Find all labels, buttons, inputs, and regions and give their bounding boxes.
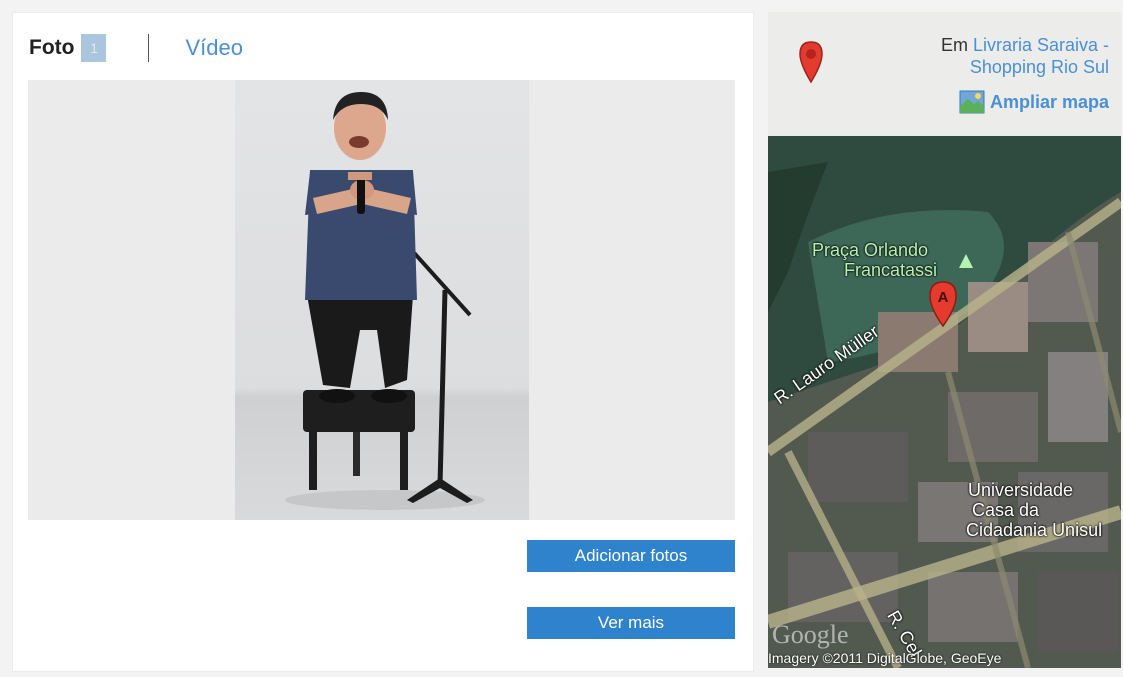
map-location-text: Em Livraria Saraiva - Shopping Rio Sul <box>941 34 1109 78</box>
map-location-link-line1[interactable]: Livraria Saraiva - <box>973 35 1109 55</box>
photo-viewer <box>28 80 735 520</box>
map-location-link-line2[interactable]: Shopping Rio Sul <box>941 56 1109 78</box>
photo-comedian-on-stool[interactable] <box>235 80 529 520</box>
enlarge-map-label: Ampliar mapa <box>989 91 1109 112</box>
map-label-park-line2: Francatassi <box>844 260 938 280</box>
photo-illustration <box>285 92 485 510</box>
media-tabs: Foto 1 Vídeo <box>29 33 243 63</box>
see-more-button[interactable]: Ver mais <box>527 607 735 639</box>
map-thumbnail-icon <box>959 90 985 114</box>
map-label-university-line2: Casa da <box>972 500 1040 520</box>
tab-video[interactable]: Vídeo <box>185 35 243 61</box>
enlarge-map-link[interactable]: Ampliar mapa <box>959 90 1109 114</box>
location-pin-icon <box>799 41 823 84</box>
map-location-prefix: Em <box>940 35 968 55</box>
map-label-university-line3: Cidadania Unisul <box>966 520 1103 540</box>
google-logo: Google <box>772 620 849 649</box>
map-copyright: Imagery ©2011 DigitalGlobe, GeoEye <box>768 650 1002 666</box>
tab-photo[interactable]: Foto <box>29 36 74 60</box>
map-label-university-line1: Universidade <box>968 480 1074 500</box>
map-panel[interactable]: A Praça Orlando Francatassi R. Lauro Mül… <box>768 12 1121 668</box>
add-photos-button[interactable]: Adicionar fotos <box>527 540 735 572</box>
photo-count-badge: 1 <box>81 34 107 62</box>
media-panel: Foto 1 Vídeo Adicionar fotos Ver mais <box>12 12 754 672</box>
tab-divider <box>148 34 150 62</box>
map-info-overlay: Em Livraria Saraiva - Shopping Rio Sul A… <box>768 12 1121 136</box>
map-marker-letter: A <box>938 289 949 306</box>
map-label-park-line1: Praça Orlando <box>812 240 929 260</box>
